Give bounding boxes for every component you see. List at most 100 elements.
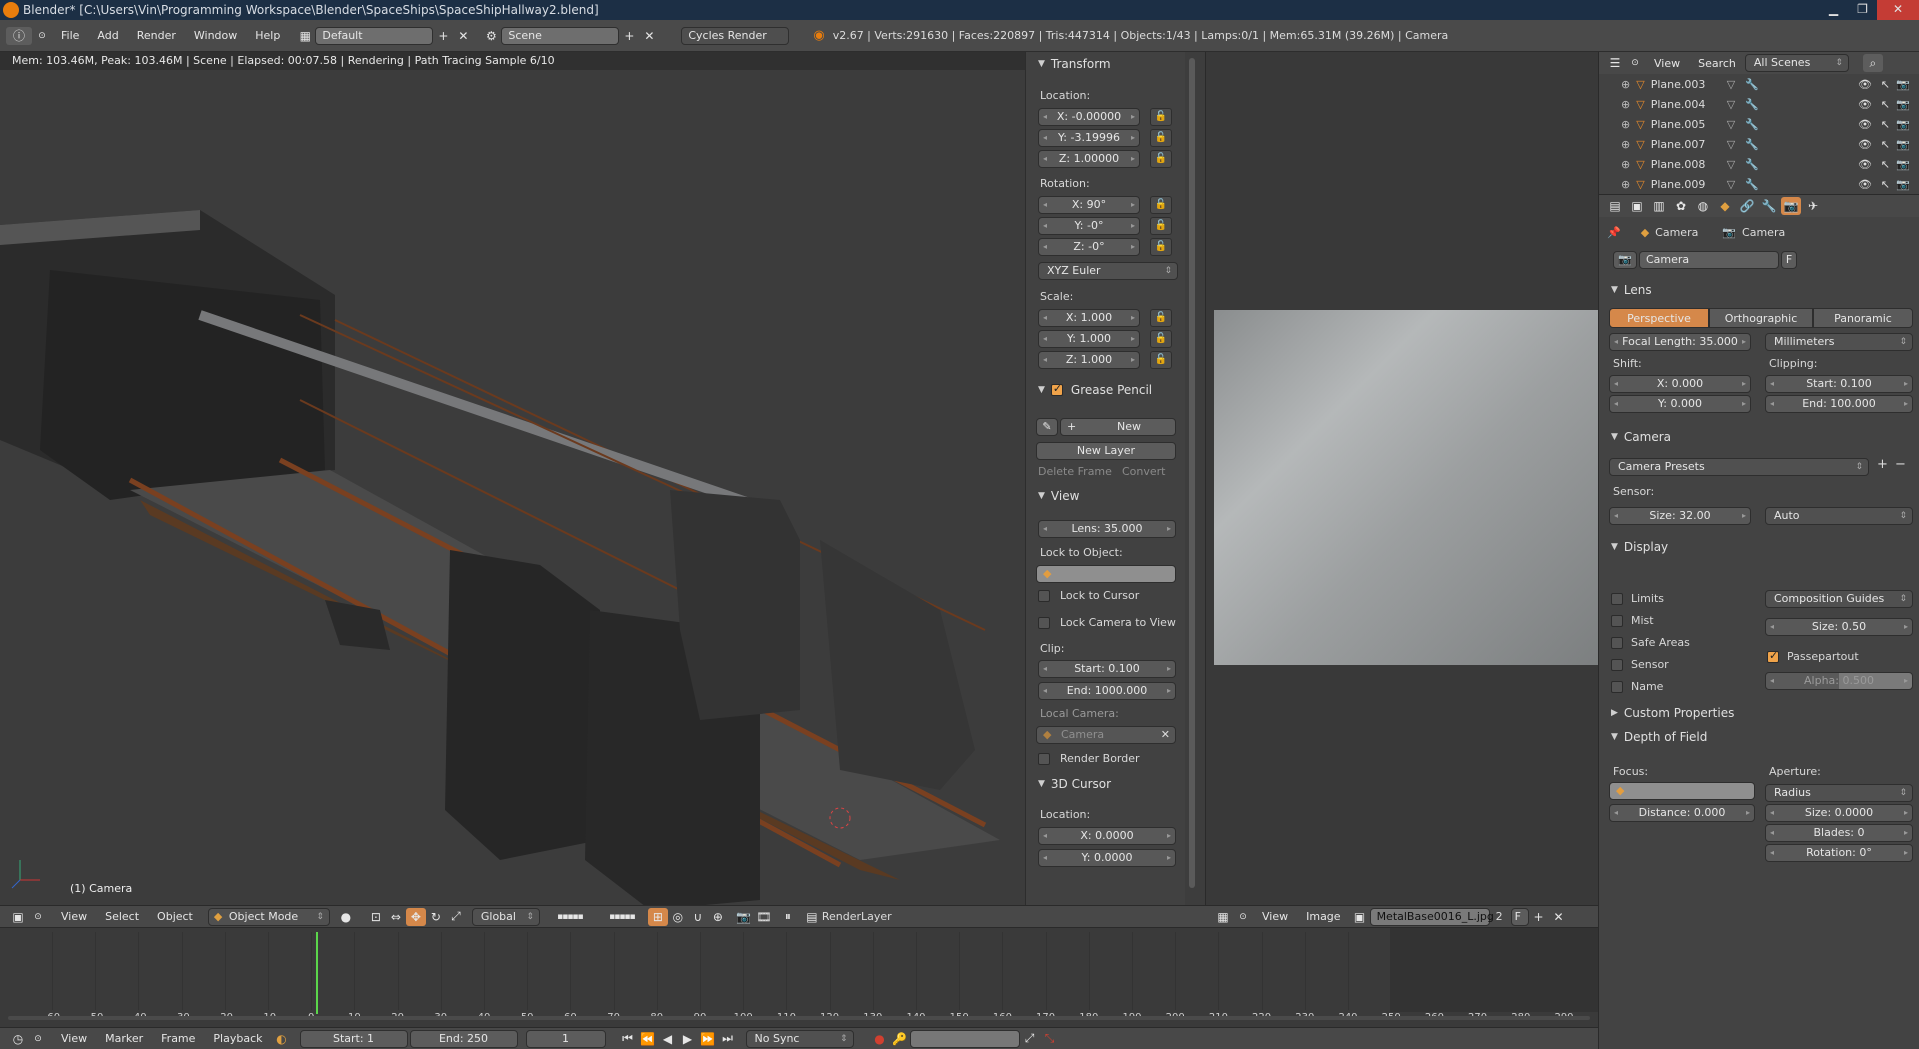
- render-camera-icon[interactable]: 📷: [1896, 178, 1910, 191]
- display-panel-header[interactable]: ▼ Display: [1599, 537, 1919, 557]
- image-editor-icon[interactable]: ▦: [1213, 908, 1233, 926]
- layers-grid-icon[interactable]: ▪▪▪▪▪: [596, 908, 648, 926]
- visibility-eye-icon[interactable]: 👁: [1858, 98, 1872, 111]
- image-menu-view[interactable]: View: [1253, 910, 1297, 923]
- minimize-button[interactable]: ▁: [1819, 0, 1848, 20]
- timeline-menu-frame[interactable]: Frame: [152, 1032, 204, 1045]
- add-layout-icon[interactable]: +: [433, 27, 453, 45]
- menu-view[interactable]: View: [52, 910, 96, 923]
- shift-x-field[interactable]: X: 0.000: [1609, 375, 1751, 393]
- passepartout-checkbox[interactable]: [1767, 649, 1779, 663]
- visibility-eye-icon[interactable]: 👁: [1858, 138, 1872, 151]
- location-z-field[interactable]: Z: 1.00000: [1038, 150, 1140, 168]
- start-frame-field[interactable]: Start: 1: [299, 1029, 408, 1048]
- tab-perspective[interactable]: Perspective: [1609, 308, 1709, 328]
- focus-object-field[interactable]: ◆: [1609, 782, 1755, 800]
- scale-y-field[interactable]: Y: 1.000: [1038, 330, 1140, 348]
- menu-select[interactable]: Select: [96, 910, 148, 923]
- timeline-menu-marker[interactable]: Marker: [96, 1032, 152, 1045]
- sensor-size-field[interactable]: Size: 32.00: [1609, 507, 1751, 525]
- menu-object[interactable]: Object: [148, 910, 202, 923]
- info-editor-type-icon[interactable]: ⓘ: [6, 26, 32, 45]
- outliner-item-name[interactable]: Plane.004: [1651, 98, 1721, 111]
- custom-properties-header[interactable]: ▶ Custom Properties: [1599, 703, 1919, 723]
- image-browse-icon[interactable]: ▣: [1350, 908, 1370, 926]
- visibility-eye-icon[interactable]: 👁: [1858, 118, 1872, 131]
- scale-icon[interactable]: ⤢: [446, 908, 466, 926]
- outliner-row[interactable]: ⊕ ▽ Plane.005 ▽ 🔧 👁 ↖ 📷: [1599, 114, 1919, 134]
- outliner-row[interactable]: ⊕ ▽ Plane.009 ▽ 🔧 👁 ↖ 📷: [1599, 174, 1919, 194]
- expand-icon[interactable]: ⊕: [1621, 158, 1630, 171]
- tab-panoramic[interactable]: Panoramic: [1813, 308, 1913, 328]
- rotation-y-field[interactable]: Y: -0°: [1038, 217, 1140, 235]
- object-tab-icon[interactable]: ◆: [1715, 197, 1735, 215]
- remove-preset-icon[interactable]: −: [1895, 457, 1906, 472]
- outliner-item-name[interactable]: Plane.007: [1651, 138, 1721, 151]
- selectable-cursor-icon[interactable]: ↖: [1881, 118, 1890, 131]
- physics-tab-icon[interactable]: ✈: [1803, 197, 1823, 215]
- viewport-shading-icon[interactable]: ●: [336, 908, 356, 926]
- pencil-icon[interactable]: ✎: [1036, 418, 1058, 436]
- aperture-rotation-field[interactable]: Rotation: 0°: [1765, 844, 1913, 862]
- cursor-x-field[interactable]: X: 0.0000: [1038, 827, 1176, 845]
- snap-icon[interactable]: ∪: [688, 908, 708, 926]
- visibility-eye-icon[interactable]: 👁: [1858, 158, 1872, 171]
- transform-orientation-select[interactable]: Global: [471, 907, 540, 926]
- play-reverse-icon[interactable]: ◀: [658, 1030, 678, 1048]
- add-preset-icon[interactable]: +: [1877, 457, 1888, 472]
- 3d-view-editor-icon[interactable]: ▣: [8, 908, 28, 926]
- search-icon[interactable]: ⌕: [1862, 54, 1883, 72]
- sensor-fit-select[interactable]: Auto: [1765, 507, 1913, 525]
- fake-user-button[interactable]: F: [1781, 251, 1797, 269]
- limits-checkbox[interactable]: [1611, 593, 1623, 605]
- transform-panel-header[interactable]: ▼ Transform: [1026, 54, 1185, 74]
- outliner-search-menu[interactable]: Search: [1689, 57, 1745, 70]
- clip-start-field[interactable]: Start: 0.100: [1765, 375, 1913, 393]
- pause-icon[interactable]: ⏸: [778, 908, 798, 926]
- camera-datablock-icon[interactable]: 📷: [1613, 251, 1637, 269]
- outliner-item-name[interactable]: Plane.005: [1651, 118, 1721, 131]
- blades-field[interactable]: Blades: 0: [1765, 824, 1913, 842]
- collapse-menus-icon[interactable]: ⊙: [28, 1030, 48, 1048]
- maximize-button[interactable]: ❐: [1848, 0, 1877, 20]
- collapse-menus-icon[interactable]: ⊙: [32, 27, 52, 45]
- lock-cursor-checkbox[interactable]: [1038, 590, 1050, 602]
- opengl-anim-icon[interactable]: 🎞: [754, 908, 774, 926]
- render-camera-icon[interactable]: 📷: [1896, 118, 1910, 131]
- clip-start-field[interactable]: Start: 0.100: [1038, 660, 1176, 678]
- display-size-field[interactable]: Size: 0.50: [1765, 618, 1913, 636]
- timeline-scrollbar[interactable]: [8, 1016, 1590, 1020]
- pivot-point-icon[interactable]: ⊡: [366, 908, 386, 926]
- menu-help[interactable]: Help: [246, 29, 289, 42]
- outliner-item-name[interactable]: Plane.003: [1651, 78, 1721, 91]
- dof-panel-header[interactable]: ▼ Depth of Field: [1599, 727, 1919, 747]
- outliner-row[interactable]: ⊕ ▽ Plane.007 ▽ 🔧 👁 ↖ 📷: [1599, 134, 1919, 154]
- lock-camera-checkbox[interactable]: [1038, 617, 1050, 629]
- manipulator-icon[interactable]: ⇔: [386, 908, 406, 926]
- lock-object-field[interactable]: ◆: [1036, 565, 1176, 583]
- collapse-menus-icon[interactable]: ⊙: [1233, 908, 1253, 926]
- outliner-row[interactable]: ⊕ ▽ Plane.008 ▽ 🔧 👁 ↖ 📷: [1599, 154, 1919, 174]
- menu-add[interactable]: Add: [88, 29, 127, 42]
- clip-end-field[interactable]: End: 1000.000: [1038, 682, 1176, 700]
- focus-distance-field[interactable]: Distance: 0.000: [1609, 804, 1755, 822]
- selectable-cursor-icon[interactable]: ↖: [1881, 178, 1890, 191]
- lock-icon[interactable]: 🔓: [1150, 150, 1172, 168]
- lock-icon[interactable]: 🔓: [1150, 196, 1172, 214]
- jump-keyframe-back-icon[interactable]: ⏪: [638, 1030, 658, 1048]
- expand-icon[interactable]: ⊕: [1621, 138, 1630, 151]
- mode-select[interactable]: ◆ Object Mode: [207, 907, 330, 926]
- view-panel-header[interactable]: ▼ View: [1026, 486, 1185, 506]
- 3d-cursor-header[interactable]: ▼ 3D Cursor: [1026, 774, 1185, 794]
- render-camera-icon[interactable]: 📷: [1896, 78, 1910, 91]
- jump-start-icon[interactable]: ⏮: [618, 1030, 638, 1048]
- selectable-cursor-icon[interactable]: ↖: [1881, 138, 1890, 151]
- play-icon[interactable]: ▶: [678, 1030, 698, 1048]
- clip-end-field[interactable]: End: 100.000: [1765, 395, 1913, 413]
- outliner-view-menu[interactable]: View: [1645, 57, 1689, 70]
- delete-keyframe-icon[interactable]: ⤡: [1040, 1030, 1060, 1048]
- outliner-row[interactable]: ⊕ ▽ Plane.003 ▽ 🔧 👁 ↖ 📷: [1599, 74, 1919, 94]
- timeline-menu-playback[interactable]: Playback: [204, 1032, 271, 1045]
- expand-icon[interactable]: ⊕: [1621, 78, 1630, 91]
- lens-unit-select[interactable]: Millimeters: [1765, 333, 1913, 351]
